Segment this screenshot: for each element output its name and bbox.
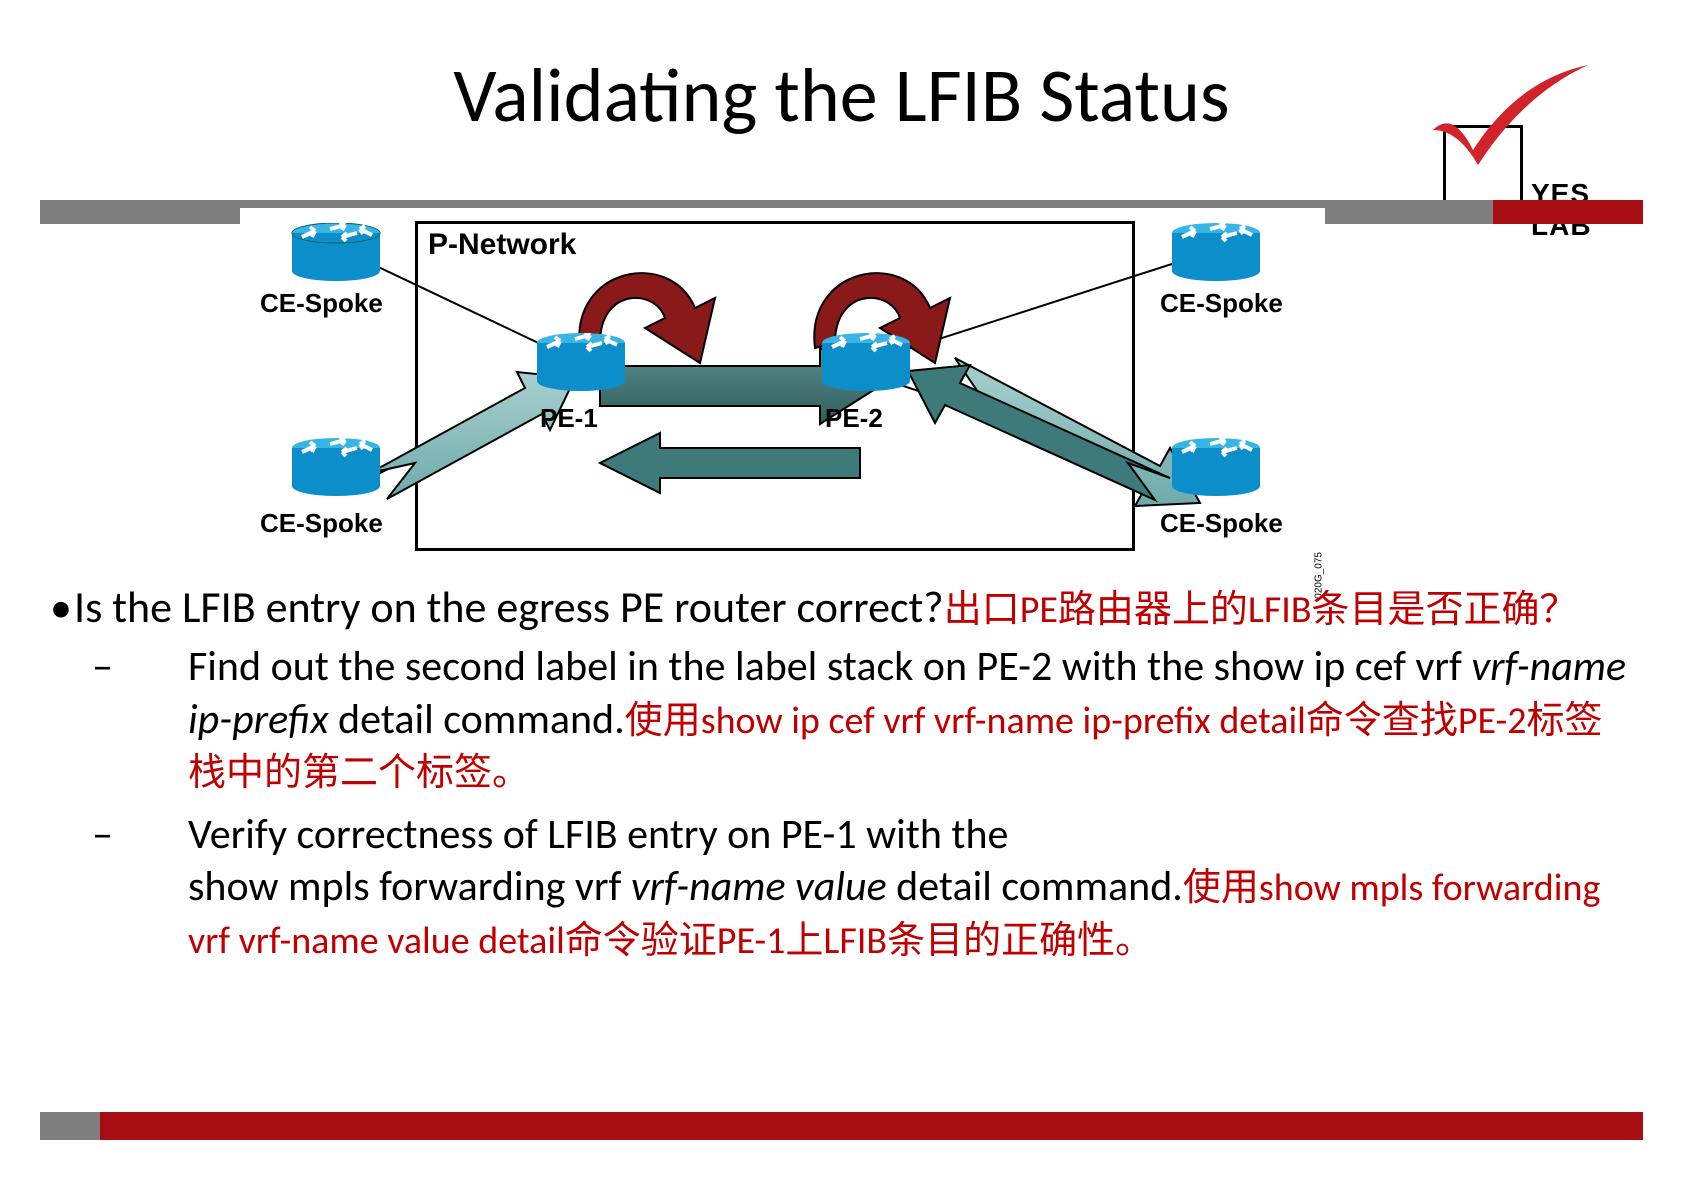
label-ce-spoke-tl: CE-Spoke [260,288,383,319]
checkmark-icon [1423,60,1593,170]
sub2-en-b: show mpls forwarding vrf [188,861,631,912]
router-ce-spoke-bl [290,438,382,496]
router-ce-spoke-br [1170,438,1262,496]
sub2-en-a: Verify correctness of LFIB entry on PE-1… [188,809,1008,860]
sub1-en-b: detail command. [329,694,625,745]
label-pe-2: PE-2 [825,403,883,434]
sub1-en-a: Find out the second label in the label s… [188,641,1471,692]
label-ce-spoke-tr: CE-Spoke [1160,288,1283,319]
sub-bullet-2: –Verify correctness of LFIB entry on PE-… [140,809,1633,967]
router-pe-2 [820,333,912,391]
network-diagram: P-Network 020G_075 [240,208,1325,562]
bottom-bar-red [100,1112,1643,1140]
label-ce-spoke-bl: CE-Spoke [260,508,383,539]
sub2-en-ital: vrf-name value [631,861,887,912]
center-arrow-left [600,433,860,493]
router-ce-spoke-tr [1170,223,1262,281]
label-ce-spoke-br: CE-Spoke [1160,508,1283,539]
arrow-cespoke-br-in [908,365,1170,500]
bullet-main-zh: 出口PE路由器上的LFIB条目是否正确？ [944,587,1578,633]
bullet-main: •Is the LFIB entry on the egress PE rout… [50,580,1633,635]
router-pe-1 [535,333,627,391]
slide-body: •Is the LFIB entry on the egress PE rout… [50,580,1633,976]
top-bar-red [1493,200,1643,224]
router-ce-spoke-tl [290,223,382,281]
label-pe-1: PE-1 [540,403,598,434]
bullet-main-en: Is the LFIB entry on the egress PE route… [74,580,944,634]
yeslab-logo: YES LAB [1433,70,1653,210]
sub-bullet-1: –Find out the second label in the label … [140,641,1633,799]
sub2-en-c: detail command. [887,861,1183,912]
